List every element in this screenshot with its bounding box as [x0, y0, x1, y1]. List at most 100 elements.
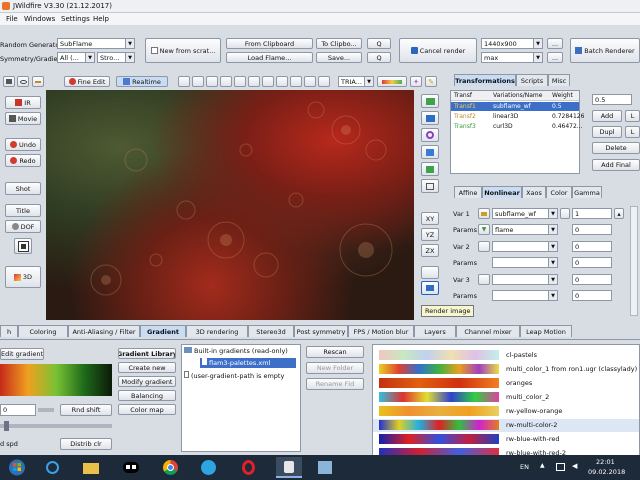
var-3-amount[interactable]: 0: [572, 274, 612, 285]
stroke-select[interactable]: Stro... ▼: [97, 52, 135, 63]
symmetry-select[interactable]: All (... ▼: [57, 52, 95, 63]
rotate-tool-button[interactable]: [421, 128, 439, 142]
shift-field[interactable]: 0: [0, 404, 36, 416]
move-tool-button[interactable]: [421, 111, 439, 125]
params-2-value[interactable]: 0: [572, 257, 612, 268]
redo-button[interactable]: Redo: [5, 154, 41, 167]
gradient-library-button[interactable]: Gradient Library: [118, 348, 176, 359]
undo-button[interactable]: Undo: [5, 138, 41, 151]
brush-button[interactable]: ✎: [425, 76, 437, 87]
gradient-swatch[interactable]: [379, 406, 499, 416]
tool-button-8[interactable]: [276, 76, 288, 87]
gradient-name[interactable]: rw-multi-color-2: [506, 421, 557, 429]
var-2-select[interactable]: ▼: [492, 241, 558, 252]
var-1-amount[interactable]: 1: [572, 208, 612, 219]
volume-icon[interactable]: ◀: [572, 462, 577, 470]
tray-arrow-icon[interactable]: ▲: [540, 462, 545, 469]
weight-field[interactable]: 0.5: [592, 94, 632, 105]
movie-button[interactable]: Movie: [5, 112, 41, 125]
network-icon[interactable]: [556, 463, 565, 471]
var-1-mod[interactable]: [560, 208, 570, 219]
tab-gamma[interactable]: Gamma: [572, 186, 602, 198]
cancel-render-button[interactable]: Cancel render: [399, 38, 477, 63]
var-3-toggle[interactable]: [478, 274, 490, 285]
taskbar-item-ie[interactable]: [42, 459, 64, 476]
toggle-sidebar-button[interactable]: [3, 76, 15, 87]
random-generator-select[interactable]: SubFlame ▼: [57, 38, 135, 49]
rnd-shift-button[interactable]: Rnd shift: [60, 404, 112, 416]
clock-date[interactable]: 09.02.2018: [588, 468, 625, 476]
fine-edit-button[interactable]: Fine Edit: [64, 76, 110, 87]
edit-gradient-button[interactable]: Edit gradient: [0, 348, 44, 360]
gradient-name[interactable]: rw-blue-with-red: [506, 435, 560, 443]
tab-coloring[interactable]: Coloring: [18, 325, 68, 337]
gradient-swatch[interactable]: [379, 420, 499, 430]
tree-node-builtin[interactable]: Built-in gradients (read-only): [184, 347, 288, 355]
tab-layers[interactable]: Layers: [414, 325, 456, 337]
gradient-name[interactable]: rw-yellow-orange: [506, 407, 562, 415]
tool-button-11[interactable]: [318, 76, 330, 87]
tab-anti-aliasing[interactable]: Anti-Aliasing / Filter: [68, 325, 140, 337]
menu-help[interactable]: Help: [93, 15, 109, 23]
3d-button[interactable]: 3D: [5, 266, 41, 288]
shift-slider[interactable]: [38, 408, 54, 412]
language-indicator[interactable]: EN: [520, 463, 529, 471]
slider-thumb[interactable]: [4, 421, 9, 431]
load-flame-button[interactable]: Load Flame...: [226, 52, 313, 63]
tool-button-10[interactable]: [304, 76, 316, 87]
tool-button-3[interactable]: [206, 76, 218, 87]
menu-settings[interactable]: Settings: [61, 15, 90, 23]
tab-3d-rendering[interactable]: 3D rendering: [186, 325, 248, 337]
render-image-button[interactable]: [421, 281, 439, 295]
add-linked-button[interactable]: L: [625, 110, 640, 122]
speed-slider[interactable]: [0, 421, 112, 431]
modify-gradient-button[interactable]: Modify gradient: [118, 376, 176, 387]
yz-button[interactable]: YZ: [421, 228, 439, 241]
tool-button-5[interactable]: [234, 76, 246, 87]
dof-button[interactable]: DOF: [5, 220, 41, 233]
tab-color[interactable]: Color: [546, 186, 572, 198]
var-2-amount[interactable]: 0: [572, 241, 612, 252]
distrib-clr-button[interactable]: Distrib clr: [60, 438, 112, 450]
quick-save-button-1[interactable]: Q: [367, 38, 391, 49]
color-button[interactable]: [377, 76, 407, 87]
clock-time[interactable]: 22:01: [596, 458, 615, 466]
gradient-name[interactable]: oranges: [506, 379, 532, 387]
ir-button[interactable]: IR: [5, 96, 41, 109]
tab-gradient[interactable]: Gradient: [140, 325, 186, 337]
quality-more-button[interactable]: ...: [547, 52, 563, 63]
var-2-toggle[interactable]: [478, 241, 490, 252]
magic-button[interactable]: ✦: [410, 76, 422, 87]
save-button[interactable]: Save...: [316, 52, 362, 63]
tab-hidden[interactable]: h: [0, 325, 18, 337]
params-3-select[interactable]: ▼: [492, 290, 558, 301]
rescan-button[interactable]: Rescan: [306, 346, 364, 358]
tree-node-user[interactable]: (user-gradient-path is empty: [184, 371, 284, 380]
new-from-scratch-button[interactable]: New from scrat...: [145, 38, 221, 63]
resolution-more-button[interactable]: ...: [547, 38, 563, 49]
snapshot-button[interactable]: Shot: [5, 182, 41, 195]
dupl-linked-button[interactable]: L: [625, 126, 640, 138]
tab-transformations[interactable]: Transformations: [454, 74, 516, 86]
eye-button[interactable]: [17, 76, 29, 87]
var-1-toggle[interactable]: [478, 208, 490, 219]
quality-select[interactable]: max ▼: [481, 52, 543, 63]
zx-button[interactable]: ZX: [421, 244, 439, 257]
gradient-name[interactable]: cl-pastels: [506, 351, 537, 359]
batch-renderer-button[interactable]: Batch Renderer: [570, 38, 640, 63]
to-clipboard-button[interactable]: To Clipbo...: [316, 38, 362, 49]
tool-x-button[interactable]: [421, 266, 439, 279]
var-3-select[interactable]: ▼: [492, 274, 558, 285]
tool-button-6[interactable]: [248, 76, 260, 87]
duplicate-button[interactable]: Dupl: [592, 126, 622, 138]
taskbar-item-explorer[interactable]: [80, 459, 102, 476]
create-new-button[interactable]: Create new: [118, 362, 176, 373]
layer-tool-button[interactable]: [421, 94, 439, 108]
tool-button-4[interactable]: [220, 76, 232, 87]
taskbar-item-app[interactable]: [120, 459, 142, 476]
tool-button-2[interactable]: [192, 76, 204, 87]
params-2-select[interactable]: ▼: [492, 257, 558, 268]
taskbar-item-telegram[interactable]: [198, 459, 220, 476]
edit-button[interactable]: [32, 76, 44, 87]
realtime-toggle[interactable]: Realtime: [116, 76, 168, 87]
